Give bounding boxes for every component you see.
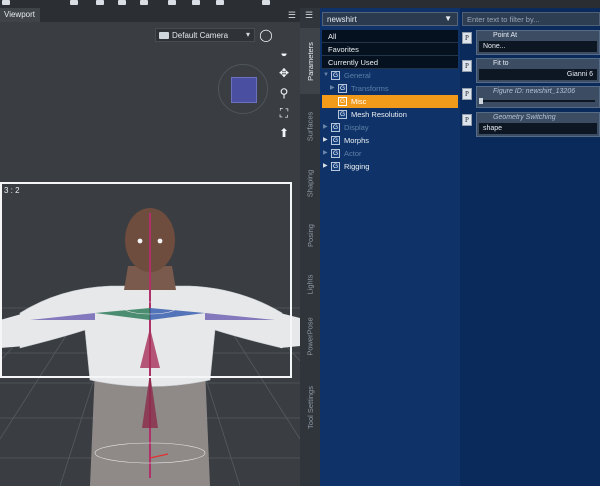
tree-item-all[interactable]: All [322,30,458,43]
group-icon: G [331,123,340,132]
toolbar-tool-icon[interactable] [168,0,176,5]
property-box: Fit to Gianni 6 [476,58,600,83]
parameter-icon[interactable]: P [462,114,472,126]
slider-handle[interactable] [479,98,483,104]
property-label: Geometry Switching [493,114,556,121]
property-box: Figure ID: newshirt_13206 [476,86,600,108]
expand-arrow-icon[interactable]: ▶ [330,82,335,95]
render-frame-guide [0,182,292,378]
expand-arrow-icon[interactable]: ▶ [323,134,328,147]
tree-item-mesh-resolution[interactable]: G Mesh Resolution [322,108,458,121]
parameter-icon[interactable]: P [462,32,472,44]
toolbar-tool-icon[interactable] [2,0,10,5]
property-label: Fit to [493,60,509,67]
tab-powerpose[interactable]: PowerPose [300,308,320,364]
properties-panel: P Point At None... P Fit to Gianni 6 P F… [460,8,600,486]
filter-input[interactable] [462,12,600,26]
group-icon: G [338,97,347,106]
toolbar-tool-icon[interactable] [118,0,126,5]
tree-item-transforms[interactable]: ▶ G Transforms [322,82,458,95]
property-box: Point At None... [476,30,600,55]
node-selector-dropdown[interactable]: newshirt ▼ [322,12,458,26]
expand-arrow-icon[interactable]: ▼ [323,69,329,82]
parameter-icon[interactable]: P [462,88,472,100]
orbit-icon[interactable]: ◒ [276,46,292,60]
camera-dropdown-value: Default Camera [172,31,229,40]
tab-parameters[interactable]: Parameters [300,28,320,94]
menu-icon[interactable]: ☰ [305,10,313,21]
tree-item-display[interactable]: ▶ G Display [322,121,458,134]
tab-viewport[interactable]: Viewport [0,8,40,22]
property-label: Figure ID: newshirt_13206 [493,88,576,95]
menu-icon[interactable]: ☰ [288,10,296,21]
dropdown-caret-icon: ▾ [245,30,250,39]
expand-arrow-icon[interactable]: ▶ [323,121,328,134]
node-selector-value: newshirt [327,15,357,24]
tab-posing[interactable]: Posing [300,212,320,258]
reset-icon[interactable]: ⬆ [276,126,292,140]
tab-shaping[interactable]: Shaping [300,158,320,208]
pan-icon[interactable]: ✥ [276,66,292,80]
expand-arrow-icon[interactable]: ▶ [323,160,328,173]
parameters-tree-panel: newshirt ▼ All Favorites Currently Used … [320,8,460,486]
tree-item-misc[interactable]: G Misc [322,95,458,108]
viewport-tab-bar [40,8,300,22]
toolbar-tool-icon[interactable] [70,0,78,5]
slider-track [481,100,595,102]
sphere-view-icon[interactable]: ◯ [258,28,274,42]
frame-icon[interactable]: ⛶ [276,106,292,120]
fit-to-value[interactable]: Gianni 6 [479,69,597,80]
parameter-icon[interactable]: P [462,60,472,72]
view-cube[interactable] [218,64,268,114]
tree-item-morphs[interactable]: ▶ G Morphs [322,134,458,147]
tab-lights[interactable]: Lights [300,264,320,304]
toolbar-tool-icon[interactable] [192,0,200,5]
tree-item-general[interactable]: ▼ G General [322,69,458,82]
aspect-ratio-label: 3 : 2 [4,186,20,195]
property-label: Point At [493,32,518,39]
view-cube-face[interactable] [231,77,257,103]
property-box: Geometry Switching shape [476,112,600,137]
pane-tab-strip: ☰ Parameters Surfaces Shaping Posing Lig… [300,8,320,486]
property-group-tree: All Favorites Currently Used ▼ G General… [322,30,458,173]
toolbar-tool-icon[interactable] [140,0,148,5]
tab-tool-settings[interactable]: Tool Settings [300,376,320,438]
figure-id-slider[interactable] [479,97,597,105]
tree-item-favorites[interactable]: Favorites [322,43,458,56]
group-icon: G [338,84,347,93]
group-icon: G [331,162,340,171]
toolbar-tool-icon[interactable] [216,0,224,5]
point-at-value[interactable]: None... [479,41,597,52]
group-icon: G [331,136,340,145]
group-icon: G [338,110,347,119]
expand-arrow-icon[interactable]: ▶ [323,147,328,160]
tree-item-currently-used[interactable]: Currently Used [322,56,458,69]
tab-surfaces[interactable]: Surfaces [300,96,320,156]
geometry-switching-value[interactable]: shape [479,123,597,134]
zoom-icon[interactable]: ⚲ [276,86,292,100]
camera-dropdown[interactable]: Default Camera ▾ [155,28,255,42]
tree-item-actor[interactable]: ▶ G Actor [322,147,458,160]
toolbar-tool-icon[interactable] [96,0,104,5]
tree-item-rigging[interactable]: ▶ G Rigging [322,160,458,173]
camera-icon [159,32,169,39]
toolbar-tool-icon[interactable] [262,0,270,5]
top-toolbar [0,0,300,8]
daz-studio-window: Viewport ☰ Default Camera ▾ ◯ ◒ ✥ ⚲ ⛶ ⬆ … [0,0,600,486]
group-icon: G [331,149,340,158]
viewport-panel[interactable]: Viewport ☰ Default Camera ▾ ◯ ◒ ✥ ⚲ ⛶ ⬆ … [0,8,300,486]
dropdown-caret-icon: ▼ [444,14,452,23]
group-icon: G [331,71,340,80]
